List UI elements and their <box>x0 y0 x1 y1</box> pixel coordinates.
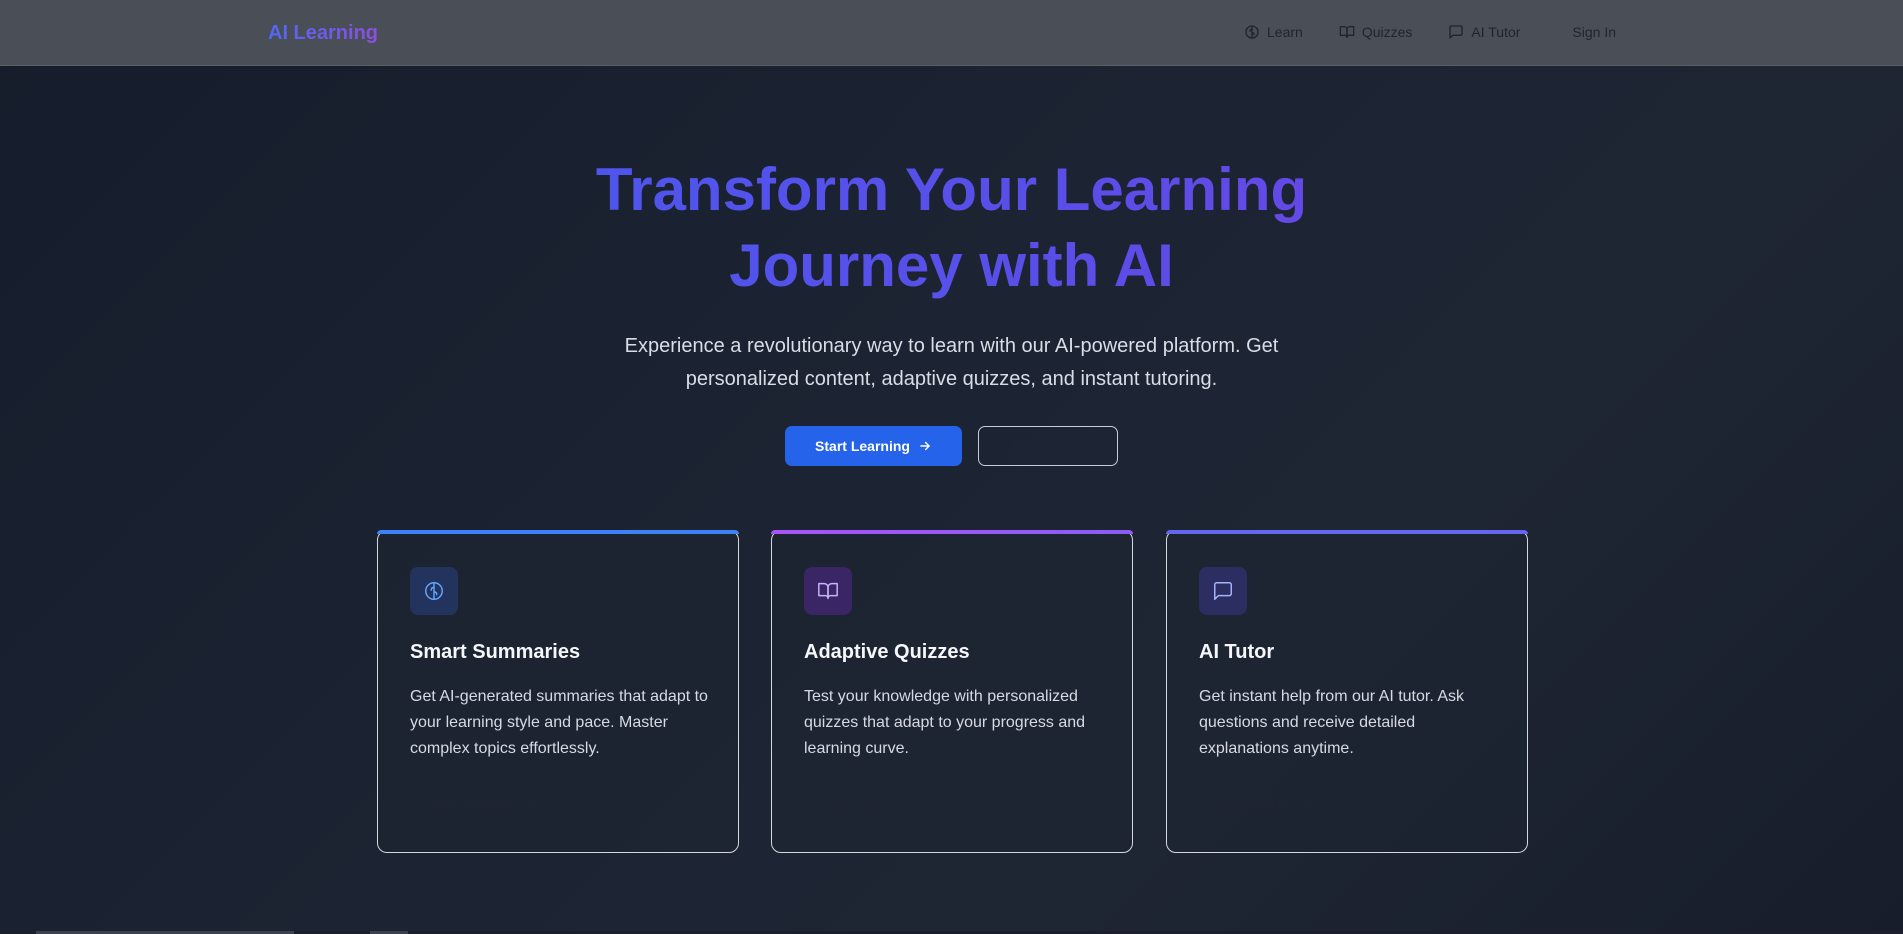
brain-icon <box>1245 25 1259 39</box>
card-link-chat-with-ai[interactable]: Chat with AI <box>1215 794 1312 810</box>
arrow-right-icon <box>1299 797 1310 807</box>
message-square-icon <box>1449 25 1464 39</box>
nav-link-learn[interactable]: Learn <box>1244 24 1303 40</box>
hero-subtitle-line-2: personalized content, adaptive quizzes, … <box>685 368 1218 390</box>
start-learning-label: Start Learning <box>815 438 910 454</box>
nav-link-label: Learn <box>1267 24 1303 40</box>
nav-links: Learn Quizzes AI Tutor Sign In <box>1244 24 1616 40</box>
nav-link-label: AI Tutor <box>1471 24 1521 40</box>
card-accent-bar <box>771 530 1133 534</box>
hero-subtitle-line-1: Experience a revolutionary way to learn … <box>624 335 1279 357</box>
card-icon-box <box>1199 567 1247 615</box>
card-link-label: Start Learning <box>426 794 514 810</box>
nav-link-quizzes[interactable]: Quizzes <box>1339 24 1413 40</box>
arrow-right-icon <box>524 797 534 807</box>
feature-card-adaptive-quizzes: Adaptive Quizzes Test your knowledge wit… <box>771 530 1133 853</box>
message-square-icon <box>1214 582 1232 600</box>
arrow-right-icon <box>920 441 930 451</box>
card-link-start-learning[interactable]: Start Learning <box>426 794 536 810</box>
card-title: Smart Summaries <box>410 641 581 663</box>
hero-title: Transform Your Learning Journey with AI <box>0 152 1903 304</box>
card-accent-bar <box>1166 530 1528 534</box>
feature-card-ai-tutor: AI Tutor Get instant help from our AI tu… <box>1166 530 1528 853</box>
card-link-take-a-quiz[interactable]: Take a Quiz <box>820 794 916 810</box>
book-open-icon <box>1339 26 1355 38</box>
brain-icon <box>425 582 443 600</box>
try-ai-tutor-button[interactable]: Try AI Tutor <box>978 426 1118 466</box>
nav-link-label: Quizzes <box>1361 24 1413 40</box>
card-title: Adaptive Quizzes <box>804 641 970 663</box>
sign-in-button[interactable]: Sign In <box>1572 24 1616 40</box>
book-open-icon <box>818 582 838 600</box>
start-learning-button[interactable]: Start Learning <box>785 426 962 466</box>
card-accent-bar <box>377 530 739 534</box>
try-ai-tutor-label: Try AI Tutor <box>1012 438 1084 454</box>
card-title: AI Tutor <box>1199 641 1275 663</box>
card-icon-box <box>804 567 852 615</box>
hero-subtitle: Experience a revolutionary way to learn … <box>0 330 1903 396</box>
top-navbar: AI Learning Learn Quizzes AI Tutor Sign … <box>0 0 1903 66</box>
card-link-label: Take a Quiz <box>820 794 894 810</box>
card-description: Get instant help from our AI tutor. Ask … <box>1199 688 1465 757</box>
brand-logo[interactable]: AI Learning <box>268 22 378 45</box>
hero-title-line-1: Transform Your Learning <box>595 156 1308 223</box>
card-link-label: Chat with AI <box>1215 794 1290 810</box>
card-description: Get AI-generated summaries that adapt to… <box>410 688 708 757</box>
arrow-right-icon <box>904 797 914 807</box>
card-description: Test your knowledge with personalized qu… <box>804 688 1086 757</box>
card-icon-box <box>410 567 458 615</box>
feature-card-smart-summaries: Smart Summaries Get AI-generated summari… <box>377 530 739 853</box>
hero-title-line-2: Journey with AI <box>729 232 1174 299</box>
nav-link-ai-tutor[interactable]: AI Tutor <box>1448 24 1520 40</box>
